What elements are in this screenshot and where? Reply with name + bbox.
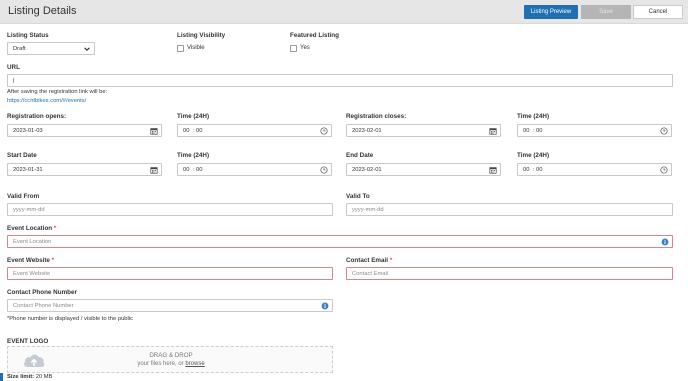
contact-phone-label: Contact Phone Number	[7, 289, 77, 296]
valid-from-placeholder: yyyy-mm-dd	[13, 206, 45, 213]
end-time-label: Time (24H)	[517, 152, 550, 159]
listing-preview-button[interactable]: Listing Preview	[524, 5, 578, 19]
valid-from-label: Valid From	[7, 193, 40, 200]
time-separator: :	[533, 166, 535, 173]
registration-opens-date-value: 2023-01-03	[13, 127, 43, 134]
drag-drop-subtitle-text: your files here, or	[137, 361, 186, 367]
url-input-value: |	[13, 77, 15, 84]
registration-closes-time-label: Time (24H)	[517, 113, 550, 120]
info-icon[interactable]	[321, 302, 329, 310]
registration-opens-date-input[interactable]: 2023-01-03	[7, 124, 162, 137]
contact-email-label-text: Contact Email	[346, 257, 388, 264]
save-button[interactable]: Save	[581, 5, 631, 19]
contact-email-placeholder: Contact Email	[352, 270, 389, 277]
end-date-value: 2023-02-01	[352, 166, 382, 173]
event-website-label: Event Website *	[7, 257, 54, 264]
end-time-input[interactable]: 00 : 00	[517, 163, 672, 176]
featured-listing-label: Featured Listing	[290, 32, 339, 39]
required-marker: *	[51, 257, 55, 264]
visible-checkbox-label: Visible	[187, 45, 205, 51]
hour-value: 00	[183, 166, 190, 173]
registration-closes-date-value: 2023-02-01	[352, 127, 382, 134]
contact-email-input[interactable]: Contact Email	[346, 267, 673, 280]
page-header: Listing Details Listing Preview Save Can…	[0, 0, 688, 24]
end-date-input[interactable]: 2023-02-01	[346, 163, 501, 176]
calendar-icon[interactable]	[489, 166, 497, 174]
registration-opens-label: Registration opens:	[7, 113, 67, 120]
event-website-placeholder: Event Website	[13, 270, 51, 277]
minute-value: 00	[536, 127, 543, 134]
size-limit-value: 20 MB	[35, 374, 53, 380]
valid-from-input[interactable]: yyyy-mm-dd	[7, 203, 333, 216]
time-separator: :	[533, 127, 535, 134]
listing-status-select[interactable]: Draft	[7, 42, 95, 55]
registration-closes-label: Registration closes:	[346, 113, 407, 120]
event-website-input[interactable]: Event Website	[7, 267, 333, 280]
valid-to-placeholder: yyyy-mm-dd	[352, 206, 384, 213]
browse-link[interactable]: browse	[185, 361, 204, 367]
hour-value: 00	[523, 127, 530, 134]
registration-closes-date-input[interactable]: 2023-02-01	[346, 124, 501, 137]
page-title: Listing Details	[8, 5, 77, 17]
event-location-input[interactable]: Event Location	[7, 235, 673, 248]
drag-drop-subtitle: your files here, or browse	[8, 361, 334, 367]
event-location-label-text: Event Location	[7, 225, 53, 232]
event-location-label: Event Location *	[7, 225, 56, 232]
start-date-input[interactable]: 2023-01-31	[7, 163, 162, 176]
calendar-icon[interactable]	[150, 127, 158, 135]
listing-status-value: Draft	[13, 45, 26, 52]
start-date-value: 2023-01-31	[13, 166, 43, 173]
featured-yes-label: Yes	[300, 45, 310, 51]
info-icon[interactable]	[661, 238, 669, 246]
calendar-icon[interactable]	[150, 166, 158, 174]
minute-value: 00	[196, 166, 203, 173]
minute-value: 00	[536, 166, 543, 173]
chevron-down-icon	[84, 47, 90, 51]
clock-icon[interactable]	[320, 126, 328, 135]
required-marker: *	[53, 225, 57, 232]
hour-value: 00	[523, 166, 530, 173]
contact-phone-placeholder: Contact Phone Number	[13, 302, 74, 309]
url-input[interactable]: |	[7, 74, 673, 87]
registration-closes-time-input[interactable]: 00 : 00	[517, 124, 672, 137]
hour-value: 00	[183, 127, 190, 134]
required-marker: *	[389, 257, 393, 264]
contact-email-label: Contact Email *	[346, 257, 392, 264]
start-date-label: Start Date	[7, 152, 37, 159]
time-separator: :	[193, 166, 195, 173]
featured-yes-checkbox[interactable]	[290, 45, 297, 52]
clock-icon[interactable]	[660, 165, 668, 174]
size-limit: Size limit: 20 MB	[7, 374, 52, 380]
cancel-button[interactable]: Cancel	[633, 5, 683, 19]
contact-phone-input[interactable]: Contact Phone Number	[7, 299, 333, 312]
time-separator: :	[193, 127, 195, 134]
size-limit-marker	[0, 373, 3, 381]
url-label: URL	[7, 64, 20, 71]
registration-link[interactable]: https://ccntbikes.com/#/events/	[7, 98, 86, 104]
event-logo-label: EVENT LOGO	[7, 338, 49, 345]
visible-checkbox[interactable]	[177, 45, 184, 52]
start-time-input[interactable]: 00 : 00	[177, 163, 332, 176]
start-time-label: Time (24H)	[177, 152, 210, 159]
listing-visibility-label: Listing Visibility	[177, 32, 226, 39]
valid-to-input[interactable]: yyyy-mm-dd	[346, 203, 673, 216]
size-limit-label: Size limit:	[7, 374, 35, 380]
logo-dropzone[interactable]: DRAG & DROP your files here, or browse	[7, 346, 333, 373]
minute-value: 00	[196, 127, 203, 134]
clock-icon[interactable]	[320, 165, 328, 174]
drag-drop-title: DRAG & DROP	[149, 352, 193, 359]
registration-opens-time-label: Time (24H)	[177, 113, 210, 120]
phone-visibility-note: *Phone number is displayed / visible to …	[7, 316, 133, 322]
registration-opens-time-input[interactable]: 00 : 00	[177, 124, 332, 137]
url-helper-text: After saving the registration link will …	[7, 89, 108, 95]
listing-status-label: Listing Status	[7, 32, 49, 39]
valid-to-label: Valid To	[346, 193, 370, 200]
event-location-placeholder: Event Location	[13, 238, 52, 245]
clock-icon[interactable]	[660, 126, 668, 135]
calendar-icon[interactable]	[489, 127, 497, 135]
event-website-label-text: Event Website	[7, 257, 50, 264]
end-date-label: End Date	[346, 152, 374, 159]
